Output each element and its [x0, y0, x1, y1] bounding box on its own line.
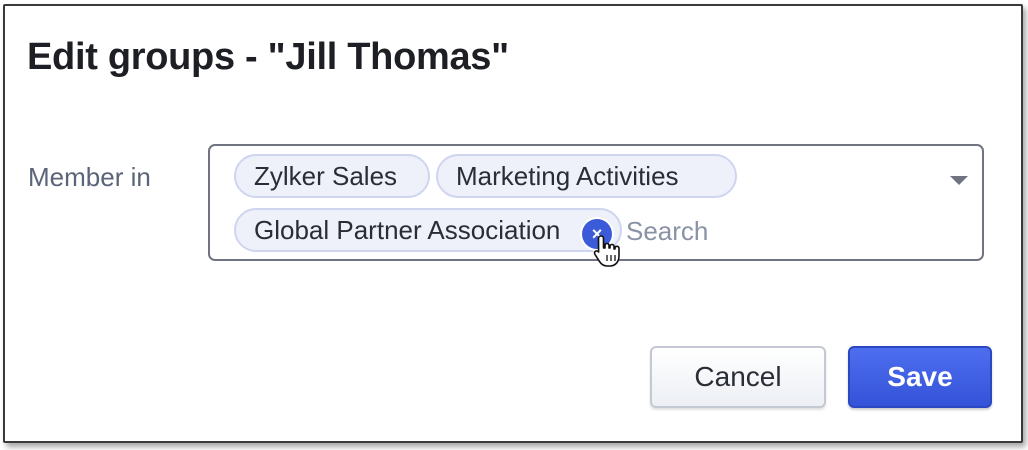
chevron-down-icon[interactable]: [950, 176, 968, 185]
chip-label: Global Partner Association: [254, 215, 561, 245]
save-button[interactable]: Save: [848, 346, 992, 408]
cancel-button[interactable]: Cancel: [650, 346, 826, 408]
chip-label: Marketing Activities: [456, 161, 679, 191]
group-search-input[interactable]: [626, 212, 926, 250]
dialog-title: Edit groups - "Jill Thomas": [27, 36, 509, 78]
group-chip-marketing-activities[interactable]: Marketing Activities: [436, 154, 737, 198]
groups-multiselect[interactable]: Zylker Sales Marketing Activities Global…: [208, 144, 984, 267]
group-chip-global-partner-association[interactable]: Global Partner Association: [234, 208, 622, 252]
chip-label: Zylker Sales: [254, 161, 398, 191]
hand-cursor-icon: [593, 235, 620, 267]
member-in-label: Member in: [28, 162, 151, 192]
group-chip-zylker-sales[interactable]: Zylker Sales: [234, 154, 430, 198]
edit-groups-dialog: Edit groups - "Jill Thomas" Member in Zy…: [3, 4, 1023, 443]
